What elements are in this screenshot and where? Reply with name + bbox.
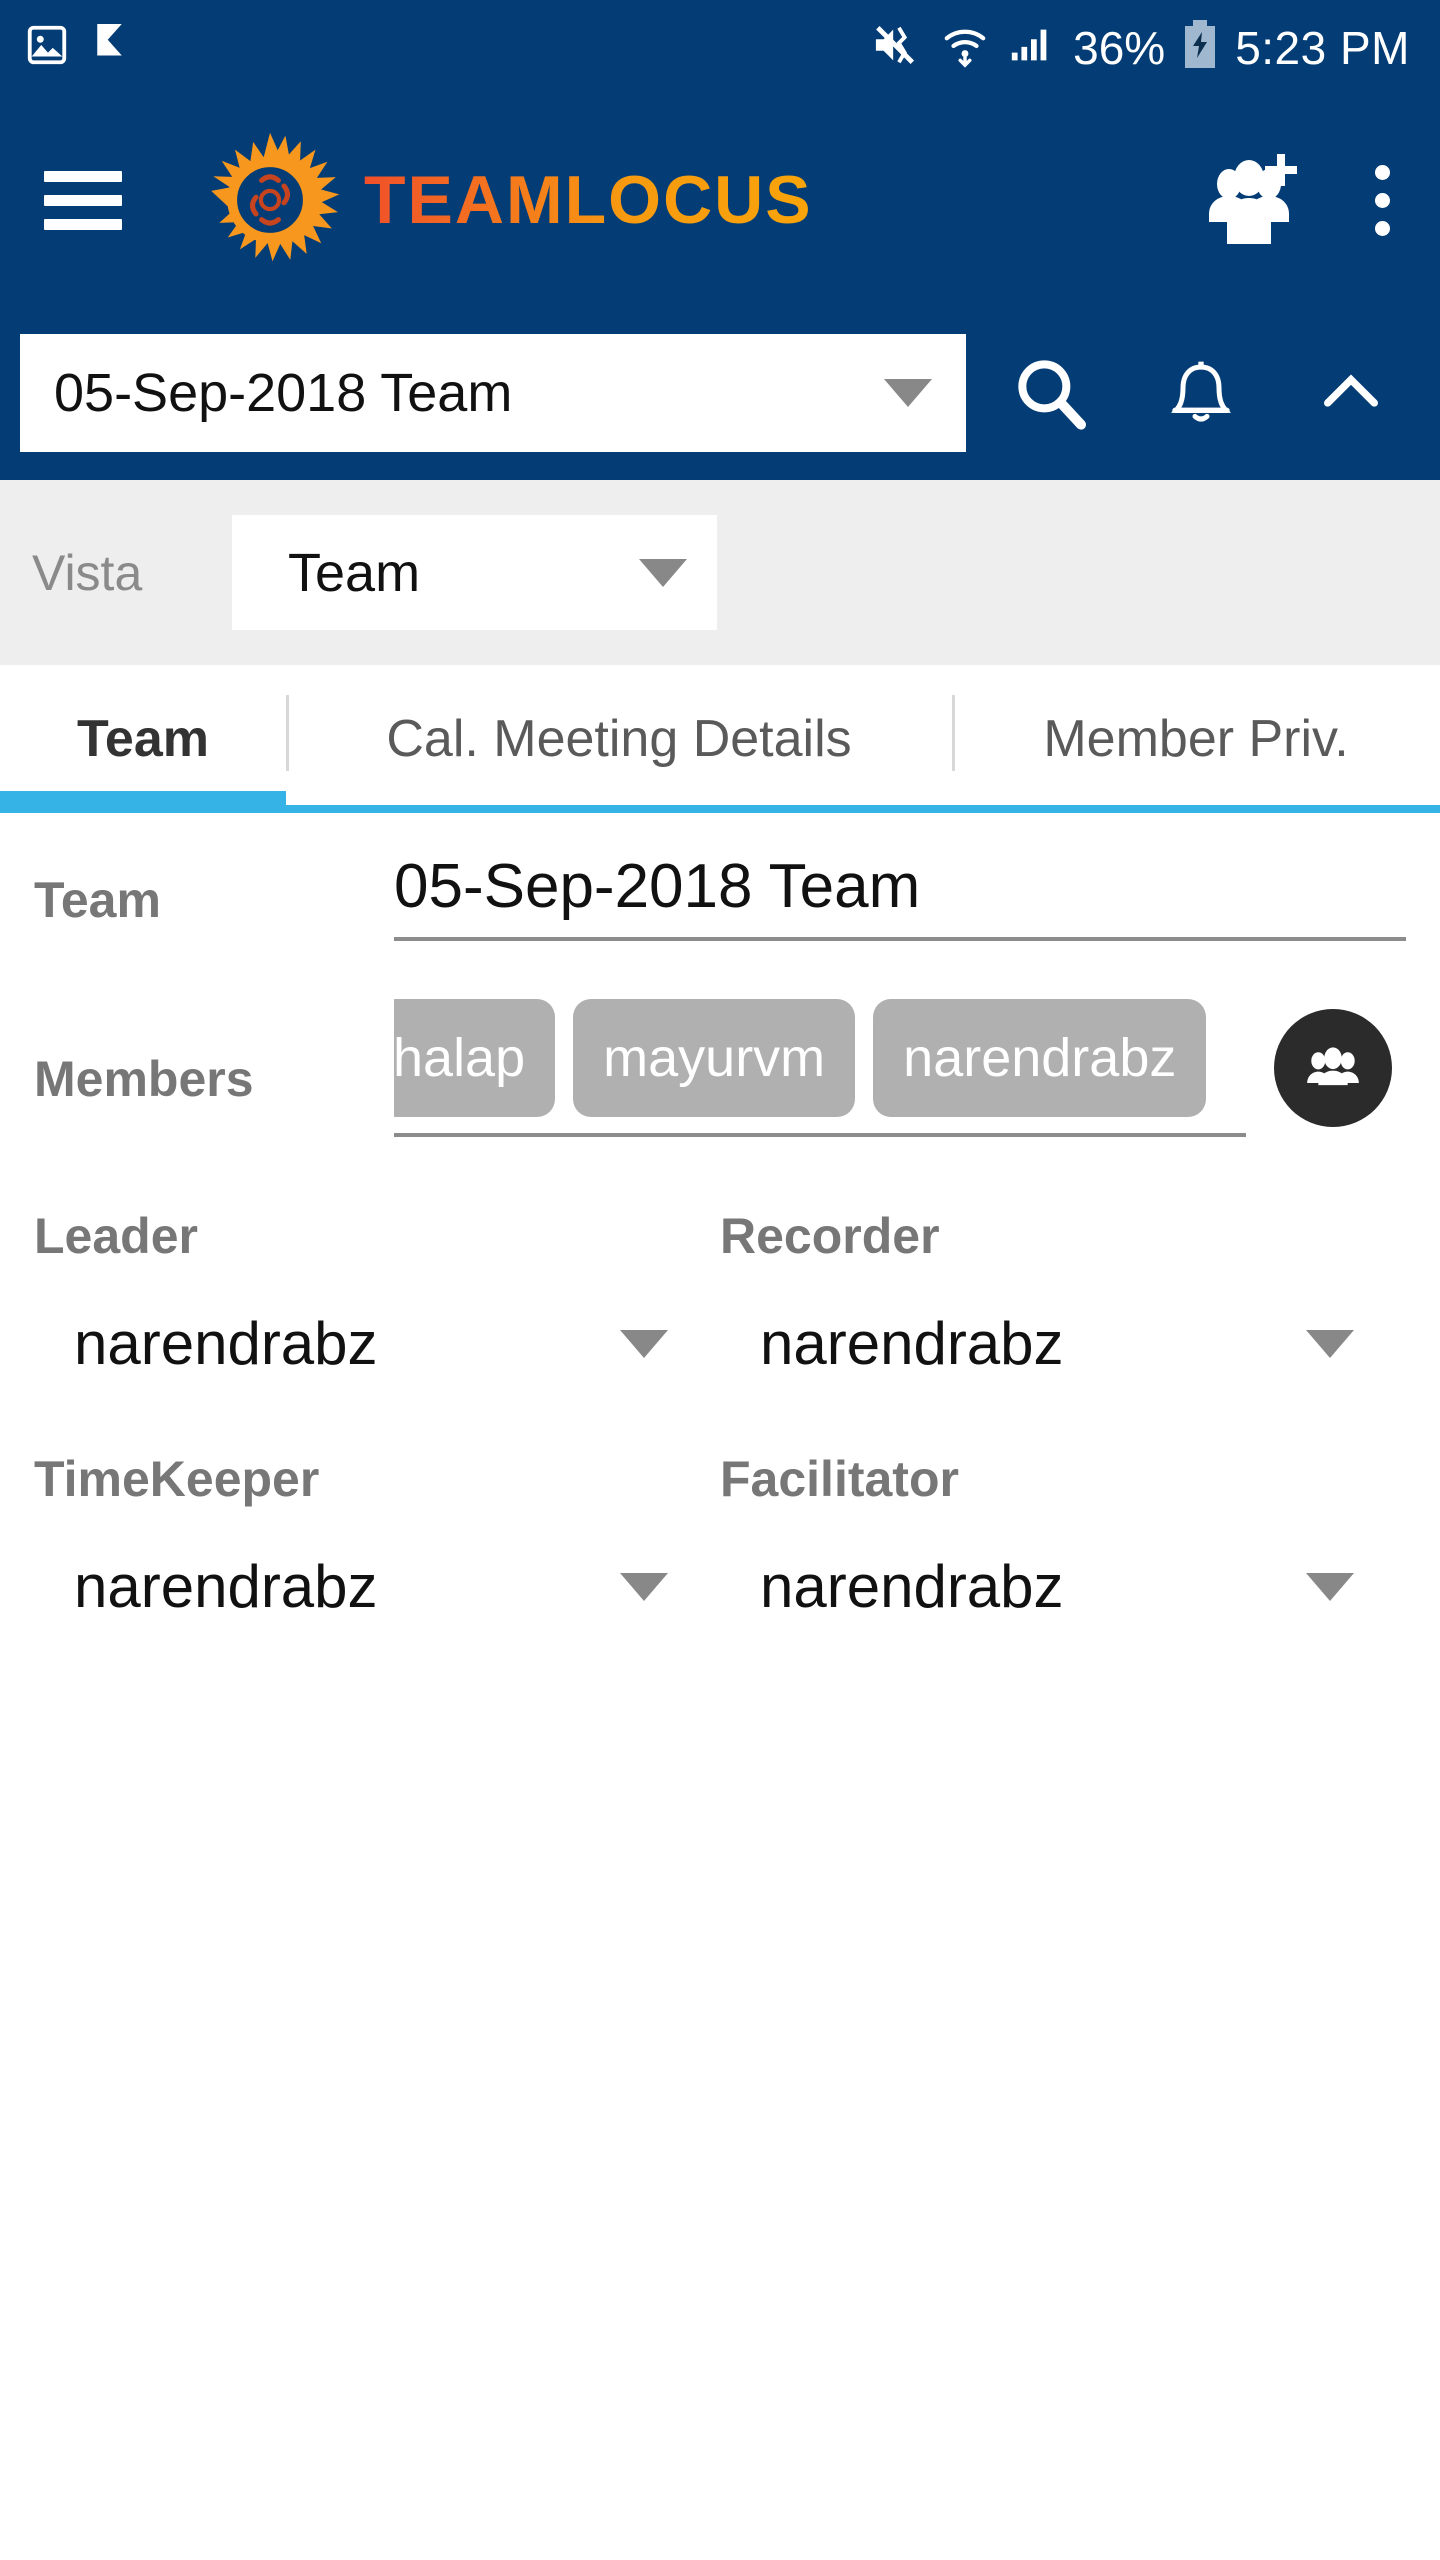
team-dropdown-value: 05-Sep-2018 Team: [54, 362, 513, 423]
chevron-down-icon: [1306, 1572, 1354, 1601]
brand: TEAMLOCUS: [200, 130, 813, 270]
status-bar-left-icons: [24, 22, 134, 73]
search-icon[interactable]: [976, 353, 1126, 433]
members-chips-container[interactable]: shalap mayurvm narendrabz: [394, 999, 1246, 1137]
tab-team-label: Team: [77, 710, 209, 768]
checkmark-flag-icon: [92, 22, 134, 73]
clock-time: 5:23 PM: [1235, 21, 1410, 74]
people-group-icon: [1302, 1035, 1364, 1102]
members-picker-button[interactable]: [1274, 1009, 1392, 1127]
kebab-dot: [1375, 192, 1390, 208]
roles-row-2: TimeKeeper narendrabz Facilitator narend…: [34, 1450, 1406, 1621]
facilitator-field: Facilitator narendrabz: [720, 1450, 1406, 1621]
chevron-down-icon: [1306, 1329, 1354, 1358]
app-bar-actions: [1201, 148, 1396, 253]
timekeeper-dropdown[interactable]: narendrabz: [34, 1552, 720, 1621]
hamburger-line: [44, 218, 122, 230]
tab-team[interactable]: Team: [0, 665, 286, 813]
image-icon: [24, 22, 70, 73]
tab-indicator: [286, 805, 952, 813]
team-selector-row: 05-Sep-2018 Team: [0, 305, 1440, 480]
tab-indicator: [952, 805, 1440, 813]
vista-label: Vista: [32, 544, 143, 601]
search-row-actions: [976, 353, 1426, 433]
hamburger-line: [44, 194, 122, 206]
roles-row-1: Leader narendrabz Recorder narendrabz: [34, 1207, 1406, 1378]
kebab-dot: [1375, 164, 1390, 180]
team-name-field-row: Team 05-Sep-2018 Team: [0, 849, 1440, 941]
team-name-input[interactable]: 05-Sep-2018 Team: [394, 849, 1406, 941]
battery-percent: 36%: [1073, 21, 1166, 74]
team-name-label: Team: [34, 872, 161, 928]
vista-row: Vista Team: [0, 480, 1440, 665]
member-chip[interactable]: mayurvm: [573, 999, 856, 1117]
chevron-down-icon: [639, 558, 687, 587]
sun-logo-icon: [200, 130, 340, 270]
timekeeper-field: TimeKeeper narendrabz: [34, 1450, 720, 1621]
recorder-dropdown[interactable]: narendrabz: [720, 1309, 1406, 1378]
signal-bars-icon: [1007, 22, 1055, 73]
mute-vibrate-icon: [871, 22, 923, 73]
timekeeper-label: TimeKeeper: [34, 1451, 320, 1507]
status-bar-right-icons: 36% 5:23 PM: [871, 20, 1410, 75]
tab-member-priv-label: Member Priv.: [1043, 710, 1349, 768]
hamburger-line: [44, 170, 122, 182]
roles-section: Leader narendrabz Recorder narendrabz Ti…: [0, 1207, 1440, 1621]
chevron-down-icon: [620, 1572, 668, 1601]
facilitator-value: narendrabz: [760, 1553, 1064, 1620]
members-field-row: Members shalap mayurvm narendrabz: [0, 999, 1440, 1137]
leader-value: narendrabz: [74, 1310, 378, 1377]
kebab-dot: [1375, 220, 1390, 236]
chevron-up-icon[interactable]: [1276, 353, 1426, 433]
facilitator-label: Facilitator: [720, 1451, 959, 1507]
bell-icon[interactable]: [1126, 353, 1276, 433]
leader-dropdown[interactable]: narendrabz: [34, 1309, 720, 1378]
tab-separator: [952, 695, 955, 771]
member-chip[interactable]: narendrabz: [873, 999, 1207, 1117]
members-chips: shalap mayurvm narendrabz: [394, 999, 1246, 1117]
brand-wordmark: TEAMLOCUS: [364, 162, 813, 238]
battery-charging-icon: [1183, 20, 1217, 75]
tab-cal-meeting-details[interactable]: Cal. Meeting Details: [286, 665, 952, 813]
team-name-value: 05-Sep-2018 Team: [394, 851, 921, 921]
recorder-field: Recorder narendrabz: [720, 1207, 1406, 1378]
tab-cal-meeting-details-label: Cal. Meeting Details: [386, 710, 852, 768]
app-bar: TEAMLOCUS: [0, 95, 1440, 305]
members-label: Members: [34, 1051, 254, 1107]
leader-label: Leader: [34, 1208, 198, 1264]
leader-field: Leader narendrabz: [34, 1207, 720, 1378]
status-bar: 36% 5:23 PM: [0, 0, 1440, 95]
add-people-icon[interactable]: [1201, 148, 1311, 253]
kebab-menu-icon[interactable]: [1369, 159, 1396, 242]
hamburger-menu-icon[interactable]: [44, 170, 122, 230]
wifi-icon: [941, 22, 989, 73]
recorder-label: Recorder: [720, 1208, 940, 1264]
vista-dropdown-value: Team: [288, 542, 421, 603]
chevron-down-icon: [884, 378, 932, 407]
tab-separator: [286, 695, 289, 771]
team-dropdown[interactable]: 05-Sep-2018 Team: [20, 333, 966, 452]
team-form: Team 05-Sep-2018 Team Members shalap may…: [0, 813, 1440, 1621]
tab-member-priv[interactable]: Member Priv.: [952, 665, 1440, 813]
vista-dropdown[interactable]: Team: [232, 515, 717, 630]
tab-bar: Team Cal. Meeting Details Member Priv.: [0, 665, 1440, 813]
chevron-down-icon: [620, 1329, 668, 1358]
member-chip[interactable]: shalap: [394, 999, 556, 1117]
tab-active-indicator: [0, 791, 286, 813]
recorder-value: narendrabz: [760, 1310, 1064, 1377]
timekeeper-value: narendrabz: [74, 1553, 378, 1620]
facilitator-dropdown[interactable]: narendrabz: [720, 1552, 1406, 1621]
